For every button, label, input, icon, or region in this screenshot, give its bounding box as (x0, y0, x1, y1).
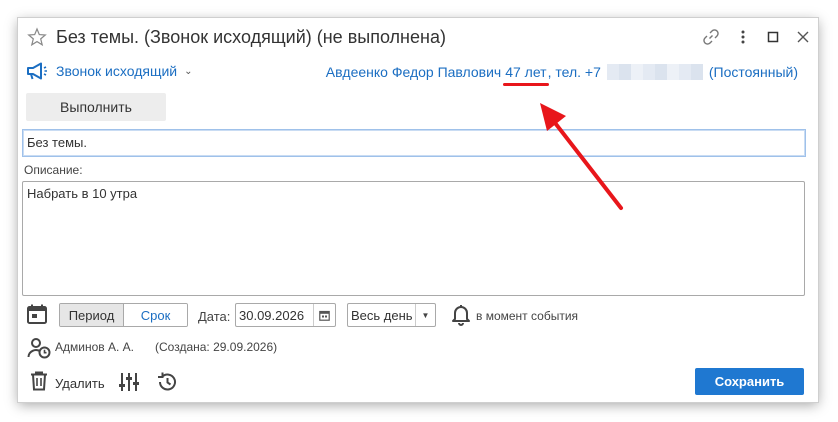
date-value[interactable]: 30.09.2026 (236, 308, 313, 323)
date-label: Дата: (198, 309, 231, 324)
description-textarea[interactable]: Набрать в 10 утра (22, 181, 805, 296)
contact-link[interactable]: Авдеенко Федор Павлович 47 лет , тел. +7… (326, 64, 798, 86)
dropdown-arrow-icon[interactable]: ▼ (415, 304, 435, 326)
deadline-tab[interactable]: Срок (124, 304, 187, 326)
link-icon[interactable] (701, 27, 721, 47)
period-deadline-toggle: Период Срок (59, 303, 188, 327)
subject-input[interactable]: Без темы. (22, 129, 806, 157)
more-icon[interactable] (733, 27, 753, 47)
call-type-selector[interactable]: Звонок исходящий ⌄ (26, 62, 193, 80)
execute-button[interactable]: Выполнить (26, 93, 166, 121)
call-type-label: Звонок исходящий (56, 63, 178, 79)
delete-button[interactable]: Удалить (55, 376, 105, 391)
megaphone-icon (27, 62, 47, 80)
window-title: Без темы. (Звонок исходящий) (не выполне… (56, 27, 446, 47)
calendar-icon (26, 303, 48, 328)
trash-icon[interactable] (30, 371, 48, 394)
description-label: Описание: (24, 163, 83, 177)
history-icon[interactable] (156, 371, 178, 396)
period-tab[interactable]: Период (60, 304, 124, 326)
author-name: Админов А. А. (55, 340, 134, 354)
calendar-small-icon[interactable] (313, 304, 335, 326)
close-icon[interactable] (793, 27, 813, 47)
chevron-down-icon: ⌄ (184, 65, 193, 77)
date-field[interactable]: 30.09.2026 (235, 303, 336, 327)
author-row: Админов А. А. (Создана: 29.09.2026) (18, 336, 818, 359)
contact-age: 47 лет (503, 64, 549, 86)
call-info-row: Звонок исходящий ⌄ Авдеенко Федор Павлов… (18, 62, 818, 86)
star-icon[interactable] (27, 27, 47, 47)
save-button[interactable]: Сохранить (695, 368, 804, 395)
bottom-toolbar: Удалить Сохранить (18, 368, 818, 396)
date-row: Период Срок Дата: 30.09.2026 Весь день ▼… (18, 301, 818, 327)
title-bar: Без темы. (Звонок исходящий) (не выполне… (18, 18, 818, 58)
created-date: (Создана: 29.09.2026) (155, 340, 278, 354)
allday-value: Весь день (351, 307, 413, 323)
contact-status: (Постоянный) (708, 64, 798, 80)
bell-icon[interactable] (451, 304, 471, 329)
redacted-phone (606, 64, 703, 80)
contact-name[interactable]: Авдеенко Федор Павлович (326, 64, 501, 80)
contact-phone-prefix: , тел. +7 (547, 64, 601, 80)
reminder-label[interactable]: в момент события (476, 309, 578, 323)
maximize-icon[interactable] (763, 27, 783, 47)
settings-sliders-icon[interactable] (118, 371, 140, 396)
event-window: Без темы. (Звонок исходящий) (не выполне… (18, 18, 818, 402)
user-clock-icon (27, 337, 51, 362)
allday-select[interactable]: Весь день ▼ (347, 303, 436, 327)
